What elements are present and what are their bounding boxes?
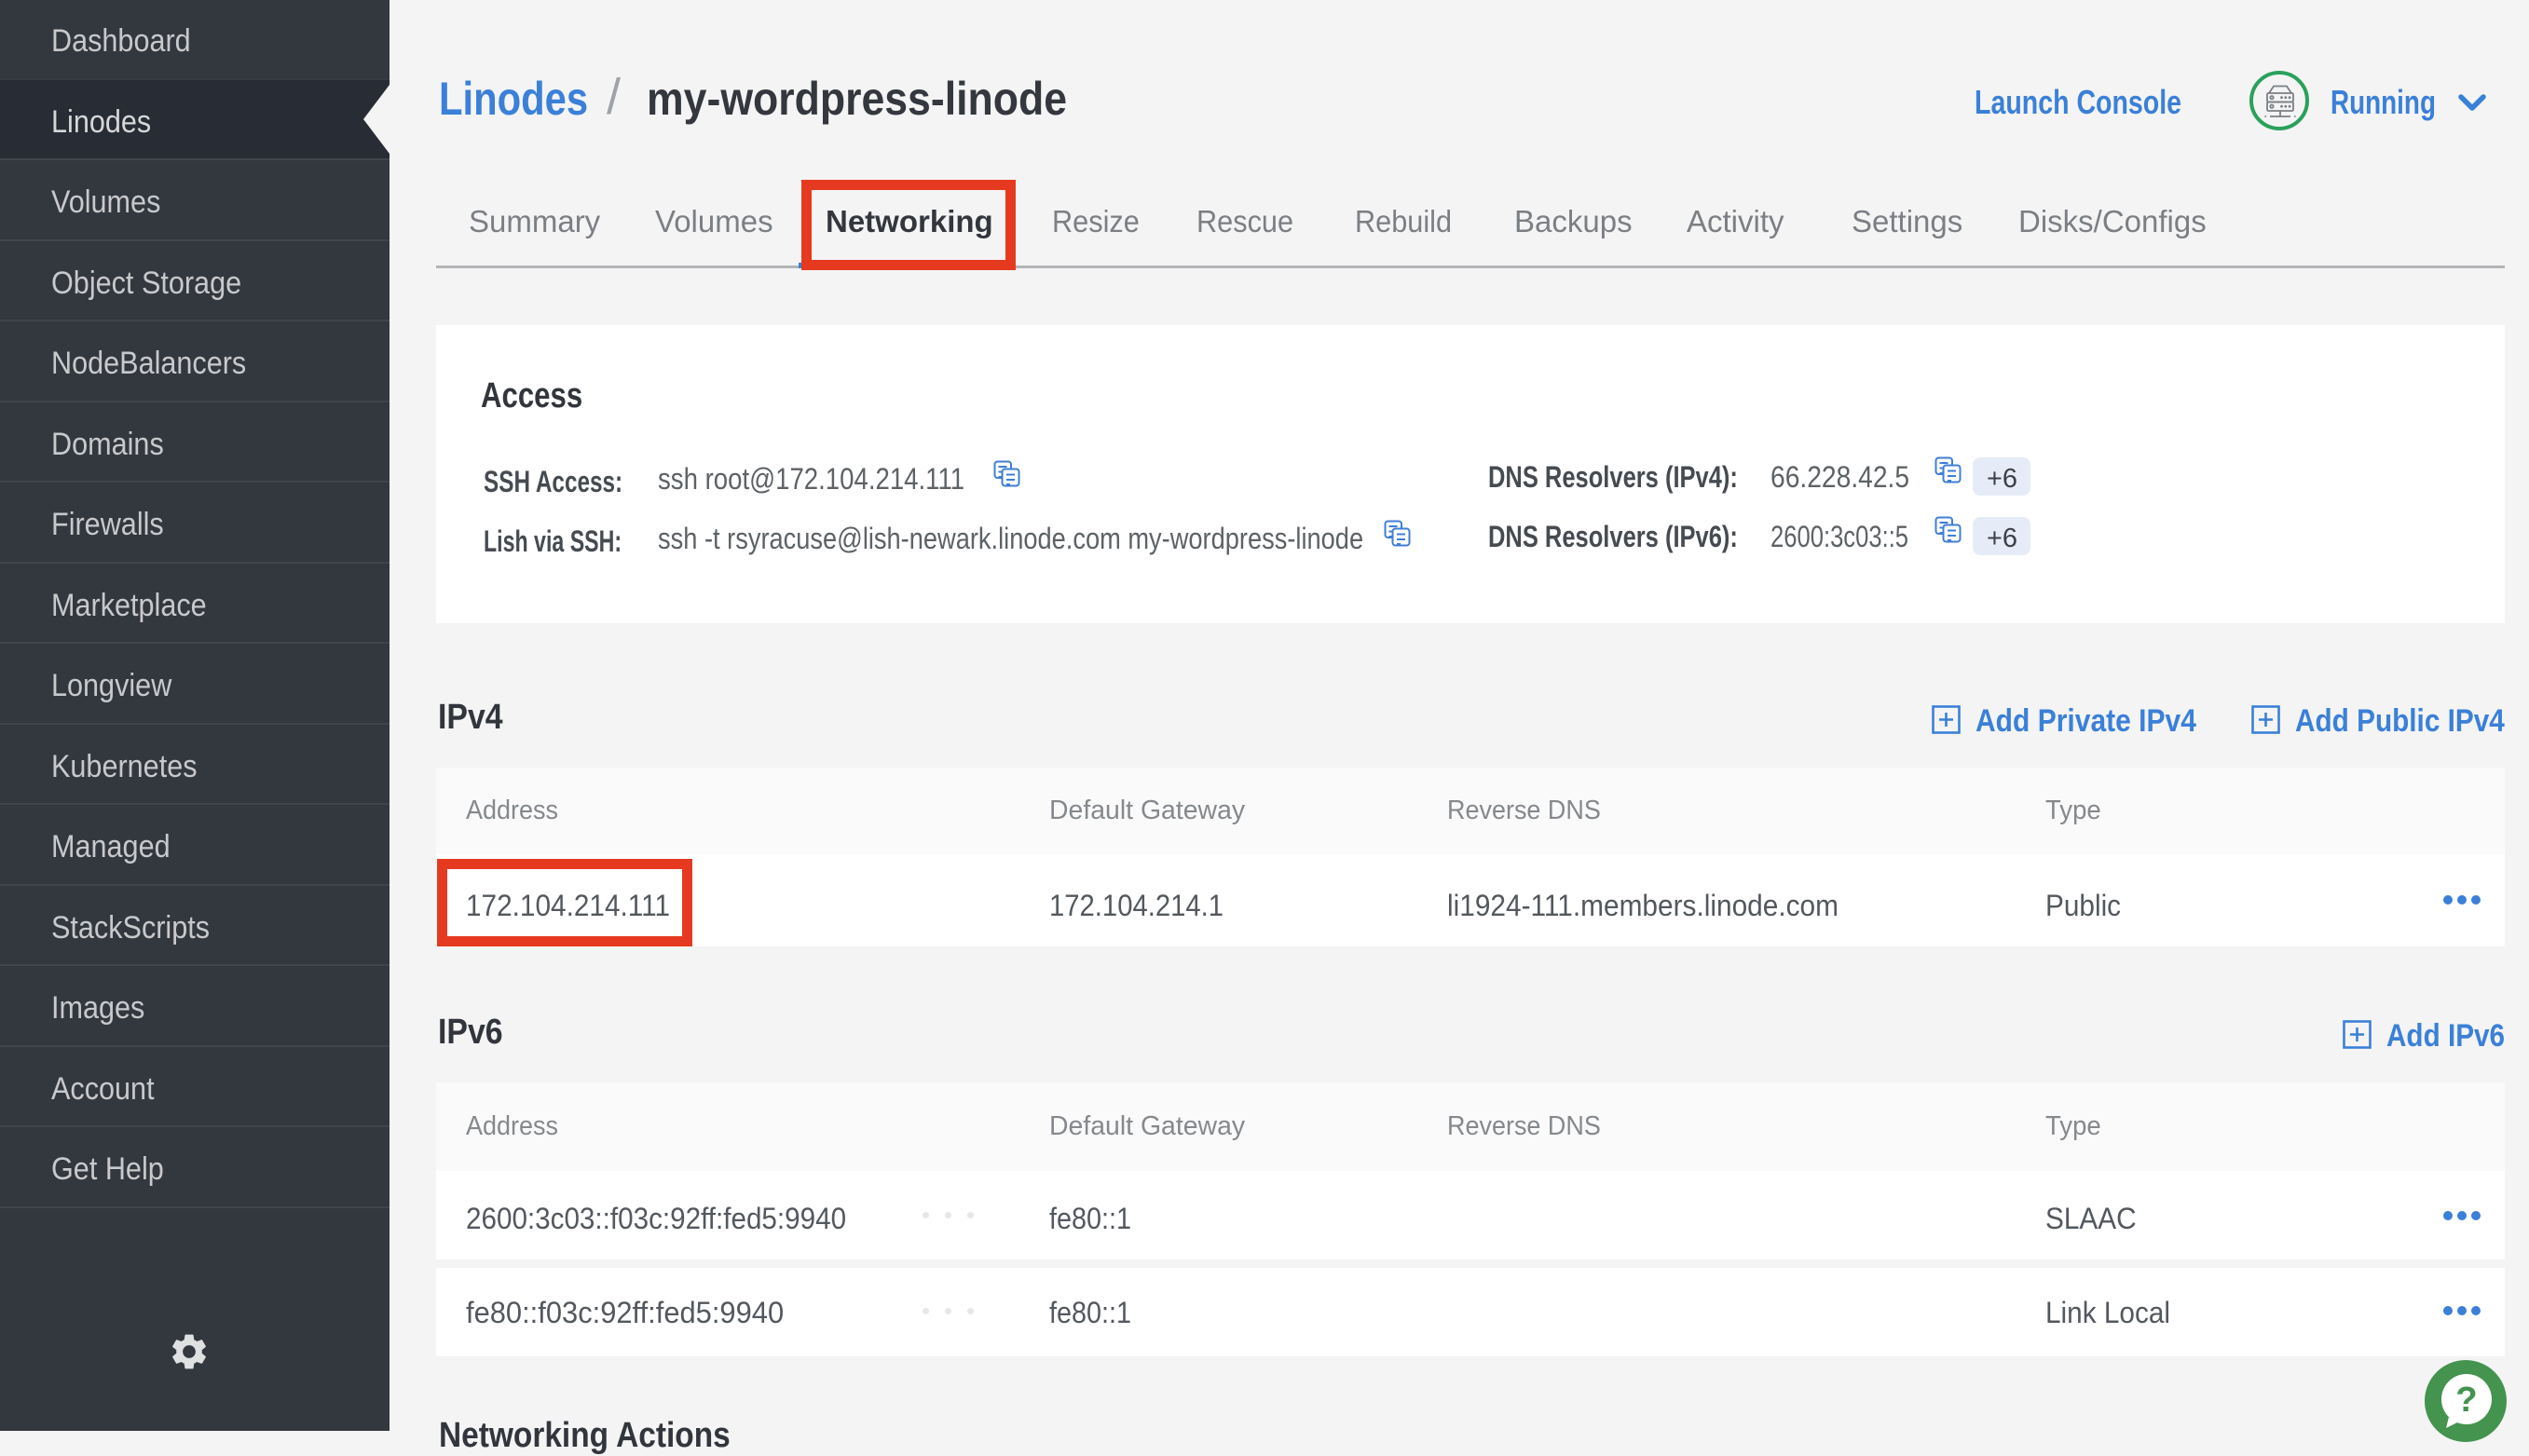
svg-text:?: ? [2455, 1381, 2477, 1420]
